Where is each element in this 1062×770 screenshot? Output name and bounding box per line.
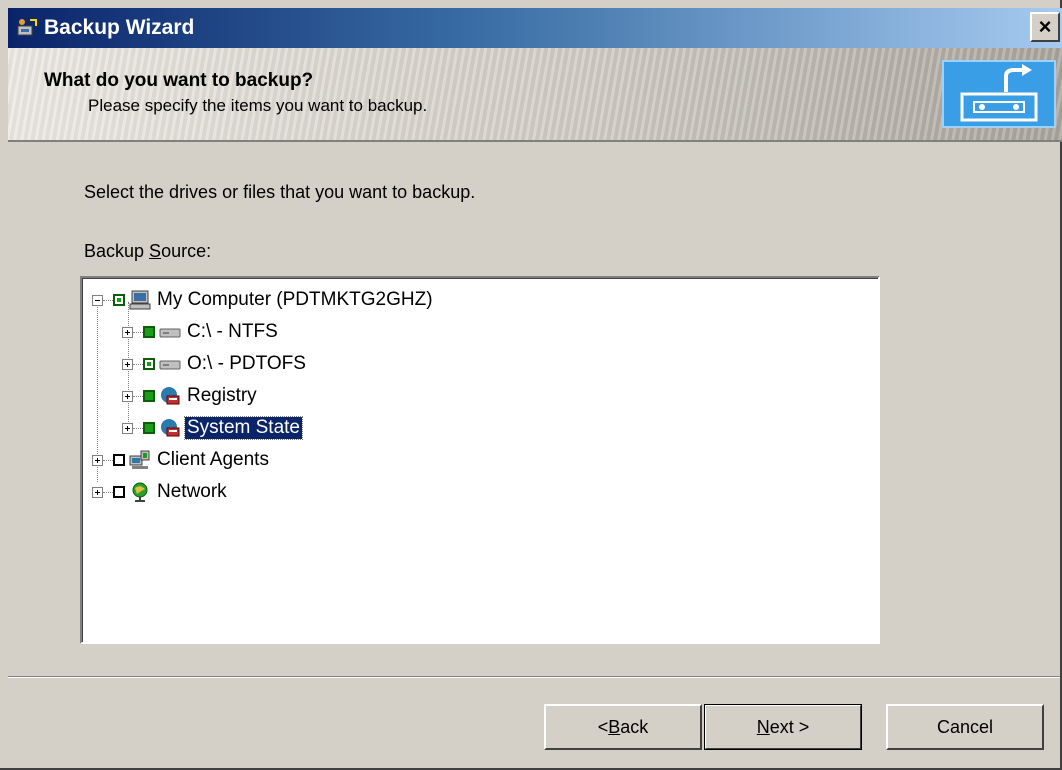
tree-connector <box>133 363 143 365</box>
tree-connector <box>103 459 113 461</box>
next-button[interactable]: Next > <box>704 704 862 750</box>
tree-connector <box>133 427 143 429</box>
tree-item-label: Client Agents <box>157 449 269 470</box>
expand-icon[interactable] <box>92 454 103 466</box>
expand-icon[interactable] <box>92 486 103 498</box>
backup-source-accelerator: S <box>149 241 162 261</box>
client-agents-icon <box>129 450 151 470</box>
cancel-button-label: Cancel <box>936 716 994 737</box>
partial-checkbox[interactable] <box>143 358 155 370</box>
expand-icon[interactable] <box>122 390 133 402</box>
registry-icon <box>159 386 181 406</box>
tree-item-my-computer[interactable]: My Computer (PDTMKTG2GHZ) <box>92 286 435 314</box>
expand-icon[interactable] <box>122 326 133 338</box>
tree-item-label: My Computer (PDTMKTG2GHZ) <box>157 289 433 310</box>
window-title: Backup Wizard <box>44 16 195 39</box>
tree-item-system-state[interactable]: System State <box>122 414 303 442</box>
drive-icon <box>159 354 181 374</box>
checked-checkbox[interactable] <box>143 326 155 338</box>
unchecked-checkbox[interactable] <box>113 454 125 466</box>
tree-item-registry[interactable]: Registry <box>122 382 259 410</box>
backup-source-label: Backup Source: <box>84 241 211 262</box>
next-button-accelerator: N <box>756 716 770 737</box>
back-button[interactable]: < Back <box>544 704 702 750</box>
close-button[interactable]: × <box>1030 12 1060 42</box>
network-icon <box>129 482 151 502</box>
tree-connector <box>103 299 113 301</box>
back-button-label: ack <box>620 716 649 737</box>
backup-source-tree[interactable]: My Computer (PDTMKTG2GHZ) C:\ - NTFS O:\… <box>80 276 880 644</box>
backup-app-icon <box>16 17 38 39</box>
footer-divider <box>8 676 1060 678</box>
computer-icon <box>129 290 151 310</box>
drive-icon <box>159 322 181 342</box>
expand-icon[interactable] <box>122 358 133 370</box>
checked-checkbox[interactable] <box>143 390 155 402</box>
tree-item-client-agents[interactable]: Client Agents <box>92 446 271 474</box>
unchecked-checkbox[interactable] <box>113 486 125 498</box>
backup-tape-icon <box>942 60 1056 128</box>
close-icon: × <box>1038 14 1052 39</box>
instruction-text: Select the drives or files that you want… <box>84 182 476 202</box>
tree-item-label-selected: System State <box>184 416 303 440</box>
tree-item-label: O:\ - PDTOFS <box>187 353 306 374</box>
tree-connector <box>103 491 113 493</box>
backup-source-label-rest: ource: <box>161 241 212 261</box>
tree-item-drive-o[interactable]: O:\ - PDTOFS <box>122 350 308 378</box>
back-button-prefix: < <box>597 716 609 737</box>
tree-item-label: Network <box>157 481 227 502</box>
tree-connector <box>133 331 143 333</box>
checked-checkbox[interactable] <box>143 422 155 434</box>
tree-connector <box>133 395 143 397</box>
backup-wizard-window: Backup Wizard × What do you want to back… <box>0 0 1062 770</box>
cancel-button[interactable]: Cancel <box>886 704 1044 750</box>
back-button-accelerator: B <box>608 716 621 737</box>
page-title: What do you want to backup? <box>44 70 314 91</box>
tree-item-label: Registry <box>187 385 257 406</box>
backup-source-label-prefix: Backup <box>84 241 150 261</box>
page-subtitle: Please specify the items you want to bac… <box>88 96 428 115</box>
wizard-header: What do you want to backup? Please speci… <box>8 48 1062 142</box>
system-state-icon <box>159 418 181 438</box>
tree-item-label: C:\ - NTFS <box>187 321 278 342</box>
expand-icon[interactable] <box>122 422 133 434</box>
partial-checkbox[interactable] <box>113 294 125 306</box>
tree-item-network[interactable]: Network <box>92 478 229 506</box>
collapse-icon[interactable] <box>92 294 103 306</box>
next-button-label: ext > <box>769 716 810 737</box>
title-bar[interactable]: Backup Wizard × <box>8 8 1062 48</box>
tree-item-drive-c[interactable]: C:\ - NTFS <box>122 318 280 346</box>
